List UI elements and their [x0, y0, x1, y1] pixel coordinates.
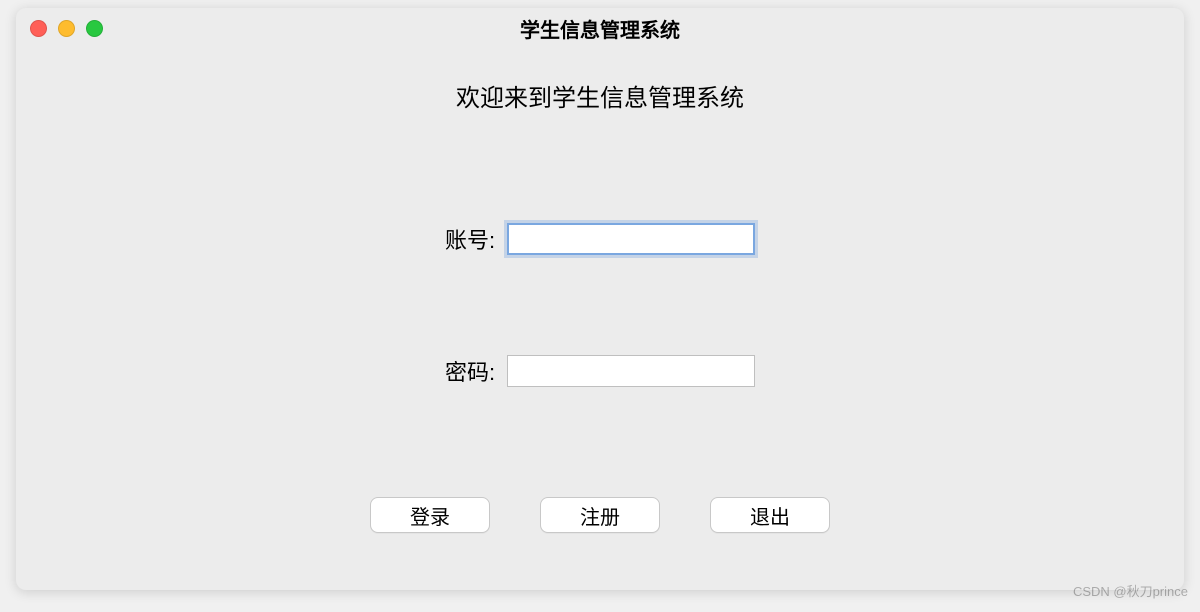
- account-row: 账号:: [16, 223, 1184, 255]
- watermark: CSDN @秋刀prince: [1073, 581, 1188, 600]
- exit-button[interactable]: 退出: [710, 497, 830, 533]
- titlebar: 学生信息管理系统: [16, 8, 1184, 48]
- register-button[interactable]: 注册: [540, 497, 660, 533]
- password-label: 密码:: [445, 355, 495, 387]
- account-label: 账号:: [445, 223, 495, 255]
- close-icon[interactable]: [30, 20, 47, 37]
- welcome-heading: 欢迎来到学生信息管理系统: [456, 78, 744, 113]
- login-button[interactable]: 登录: [370, 497, 490, 533]
- minimize-icon[interactable]: [58, 20, 75, 37]
- traffic-lights: [30, 20, 103, 37]
- content-area: 欢迎来到学生信息管理系统 账号: 密码: 登录 注册 退出: [16, 48, 1184, 533]
- app-window: 学生信息管理系统 欢迎来到学生信息管理系统 账号: 密码: 登录 注册 退出: [16, 8, 1184, 590]
- maximize-icon[interactable]: [86, 20, 103, 37]
- window-title: 学生信息管理系统: [520, 14, 680, 43]
- account-input[interactable]: [507, 223, 755, 255]
- button-row: 登录 注册 退出: [370, 497, 830, 533]
- password-input[interactable]: [507, 355, 755, 387]
- password-row: 密码:: [16, 355, 1184, 387]
